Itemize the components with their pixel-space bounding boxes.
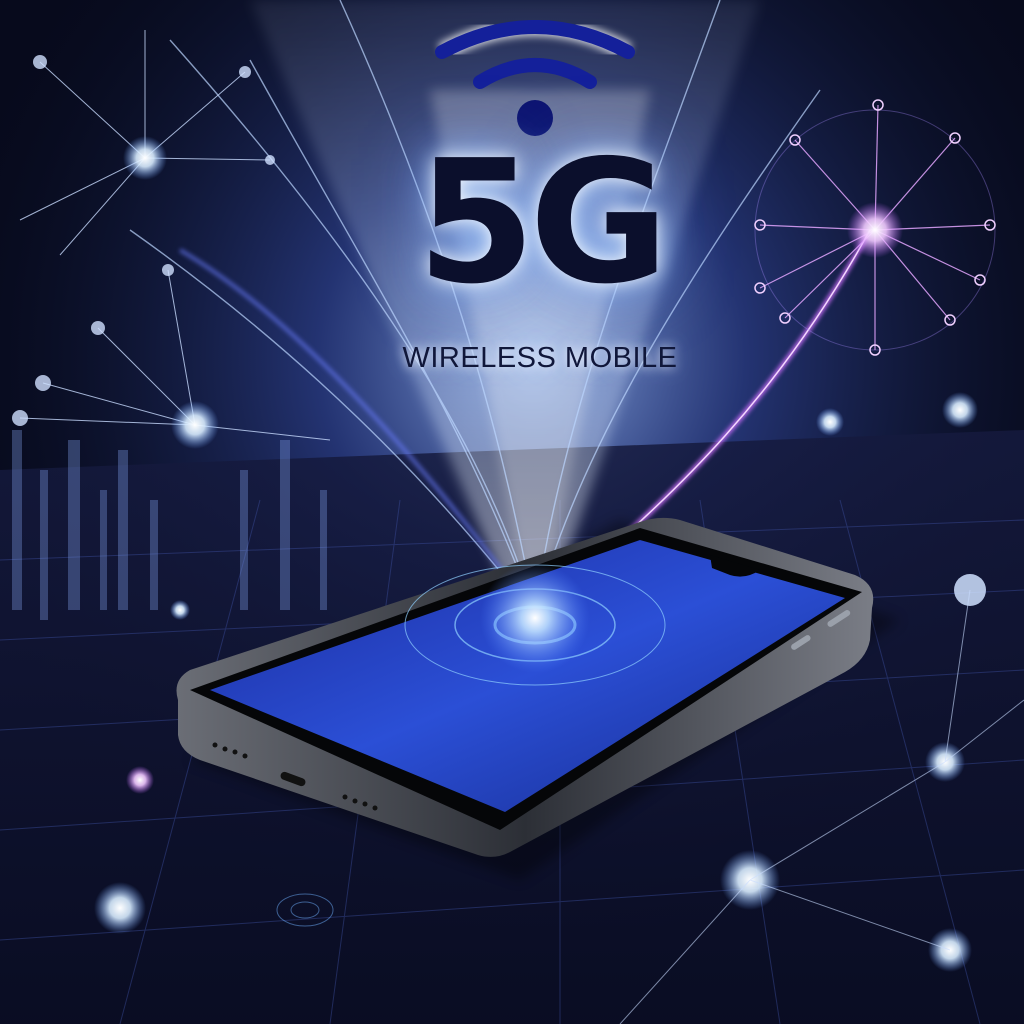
poster-scene: 5G WIRELESS MOBILE bbox=[0, 0, 1024, 1024]
wifi-signal-icon bbox=[435, 20, 635, 136]
headline-5g: 5G bbox=[417, 124, 669, 322]
subline-wireless-mobile: WIRELESS MOBILE bbox=[402, 342, 678, 374]
